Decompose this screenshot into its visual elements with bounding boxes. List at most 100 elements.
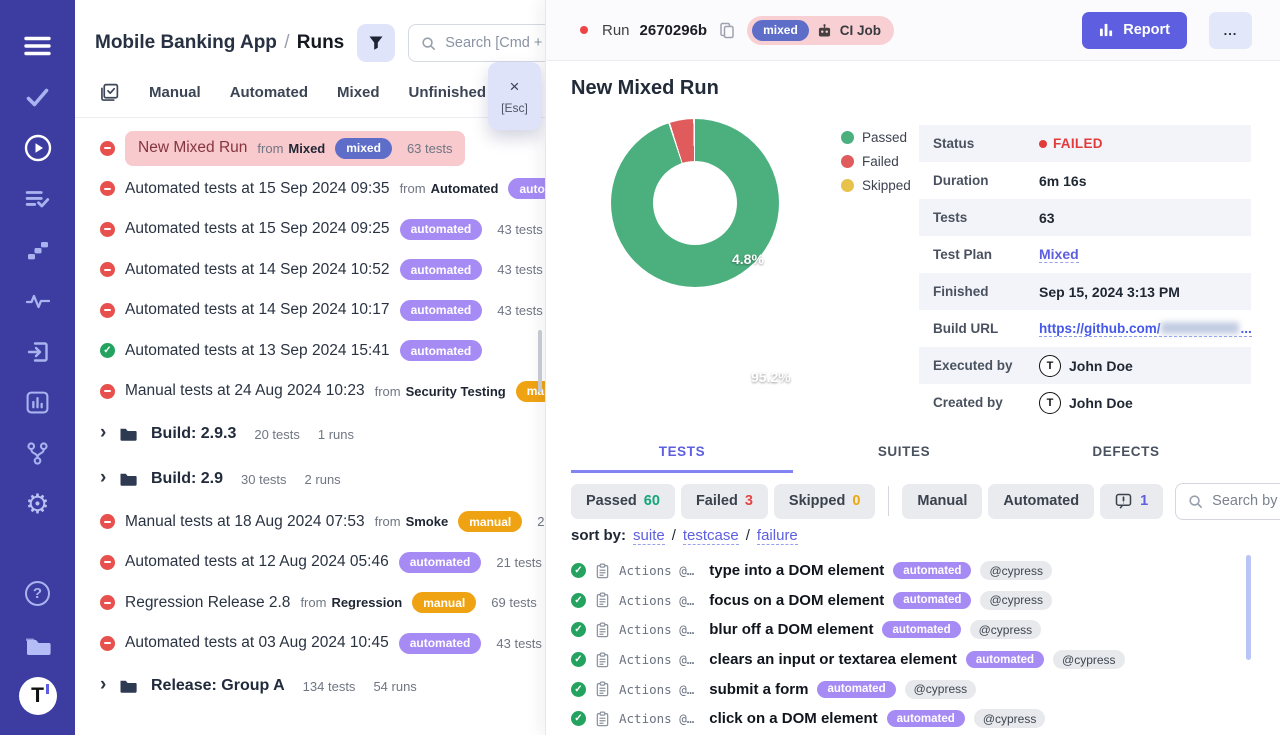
filter-skipped-button[interactable]: Skipped0 xyxy=(774,484,875,519)
test-title: type into a DOM element xyxy=(709,562,884,579)
test-row[interactable]: Actions @…click on a DOM elementautomate… xyxy=(571,704,1271,734)
project-name[interactable]: Mobile Banking App xyxy=(95,32,277,53)
filter-failed-button[interactable]: Failed3 xyxy=(681,484,768,519)
tab-suites[interactable]: SUITES xyxy=(793,444,1015,473)
report-button[interactable]: Report xyxy=(1082,12,1187,49)
filter-button[interactable] xyxy=(357,24,395,62)
run-type-badge: automated xyxy=(399,633,482,654)
tab-automated[interactable]: Automated xyxy=(230,84,308,101)
test-row[interactable]: Actions @…blur off a DOM elementautomate… xyxy=(571,615,1271,645)
detail-row: Test PlanMixed xyxy=(919,236,1251,273)
detail-label: Finished xyxy=(933,284,1039,299)
run-title: Regression Release 2.8 xyxy=(125,594,290,612)
run-tests-count: 43 tests xyxy=(496,636,542,651)
failed-icon xyxy=(100,181,115,196)
run-row-content: Automated tests at 14 Sep 2024 10:17auto… xyxy=(125,300,543,321)
run-type-badge: automated xyxy=(400,219,483,240)
steps-icon[interactable] xyxy=(0,224,75,275)
logo-icon[interactable]: T xyxy=(0,670,75,721)
help-icon[interactable]: ? xyxy=(0,568,75,619)
detail-row: Created byTJohn Doe xyxy=(919,384,1251,421)
tab-defects[interactable]: DEFECTS xyxy=(1015,444,1237,473)
tab-mixed[interactable]: Mixed xyxy=(337,84,380,101)
tab-manual[interactable]: Manual xyxy=(149,84,201,101)
run-row[interactable]: Automated tests at 14 Sep 2024 10:17auto… xyxy=(75,290,545,331)
run-row[interactable]: Automated tests at 15 Sep 2024 09:35from… xyxy=(75,169,545,210)
run-row[interactable]: Automated tests at 12 Aug 2024 05:46auto… xyxy=(75,542,545,583)
title-search[interactable] xyxy=(1175,483,1280,520)
run-row[interactable]: Automated tests at 13 Sep 2024 15:41auto… xyxy=(75,331,545,372)
run-row[interactable]: Automated tests at 15 Sep 2024 09:25auto… xyxy=(75,209,545,250)
detail-value: TJohn Doe xyxy=(1039,392,1133,414)
run-row[interactable]: Manual tests at 18 Aug 2024 07:53fromSmo… xyxy=(75,502,545,543)
folder-row[interactable]: ›Build: 2.930 tests2 runs xyxy=(75,457,545,502)
run-row[interactable]: Automated tests at 03 Aug 2024 10:45auto… xyxy=(75,623,545,664)
title-search-input[interactable] xyxy=(1212,493,1280,509)
menu-icon[interactable] xyxy=(0,20,75,71)
tag-badge: @cypress xyxy=(970,620,1042,639)
folder-row[interactable]: ›Build: 2.9.320 tests1 runs xyxy=(75,412,545,457)
run-status-dot xyxy=(580,26,588,34)
folder-row[interactable]: ›Release: Group A134 tests54 runs xyxy=(75,664,545,709)
run-row[interactable]: New Mixed RunfromMixedmixed63 tests xyxy=(75,128,545,169)
runs-search[interactable] xyxy=(408,24,545,62)
play-circle-icon[interactable] xyxy=(0,122,75,173)
run-row-content: Manual tests at 18 Aug 2024 07:53fromSmo… xyxy=(125,511,545,532)
bar-chart-icon xyxy=(1099,23,1114,37)
list-check-icon[interactable] xyxy=(0,173,75,224)
run-row[interactable]: Automated tests at 14 Sep 2024 10:52auto… xyxy=(75,250,545,291)
automated-badge: automated xyxy=(893,562,971,579)
sort-by-suite[interactable]: suite xyxy=(633,527,665,545)
report-square-icon[interactable] xyxy=(0,377,75,428)
sort-row: sort by:suite/testcase/failure xyxy=(571,527,798,545)
filter-automated-button[interactable]: Automated xyxy=(988,484,1094,519)
more-options-button[interactable]: ... xyxy=(1209,12,1252,49)
run-from-name: Regression xyxy=(331,595,402,610)
tag-badge: @cypress xyxy=(980,561,1052,580)
runs-search-input[interactable] xyxy=(445,35,545,51)
run-row-content: Automated tests at 03 Aug 2024 10:45auto… xyxy=(125,633,542,654)
copy-icon[interactable] xyxy=(719,22,735,39)
test-title: clears an input or textarea element xyxy=(709,651,957,668)
test-title: blur off a DOM element xyxy=(709,621,873,638)
runs-scrollbar[interactable] xyxy=(538,330,542,392)
testcase-icon xyxy=(595,592,610,608)
esc-label: [Esc] xyxy=(501,101,528,115)
passed-icon xyxy=(571,652,586,667)
ci-job-pill[interactable]: mixed CI Job xyxy=(747,16,894,45)
build-url-link[interactable]: https://github.com/... xyxy=(1039,321,1252,337)
test-plan-link[interactable]: Mixed xyxy=(1039,246,1079,263)
branch-icon[interactable] xyxy=(0,428,75,479)
filter-label: Skipped xyxy=(789,493,845,509)
sort-by-failure[interactable]: failure xyxy=(757,527,798,545)
filter-manual-button[interactable]: Manual xyxy=(902,484,982,519)
run-title: Automated tests at 13 Sep 2024 15:41 xyxy=(125,342,390,360)
test-row[interactable]: Actions @…clears an input or textarea el… xyxy=(571,645,1271,675)
run-row[interactable]: Manual tests at 24 Aug 2024 10:23fromSec… xyxy=(75,371,545,412)
run-type-badge: manual xyxy=(458,511,522,532)
test-suite: Actions @… xyxy=(619,682,694,697)
run-type-badge: manual xyxy=(412,592,476,613)
activity-icon[interactable] xyxy=(0,275,75,326)
filter-count: 60 xyxy=(644,493,660,509)
run-id: 2670296b xyxy=(640,22,708,39)
tab-tests[interactable]: TESTS xyxy=(571,444,793,473)
testcase-icon xyxy=(595,681,610,697)
projects-folder-icon[interactable] xyxy=(0,619,75,670)
test-row[interactable]: Actions @…submit a formautomated@cypress xyxy=(571,674,1271,704)
settings-gear-icon[interactable]: ⚙ xyxy=(0,479,75,530)
login-icon[interactable] xyxy=(0,326,75,377)
filter-passed-button[interactable]: Passed 60 xyxy=(571,484,675,519)
check-icon[interactable] xyxy=(0,71,75,122)
comments-filter-button[interactable]: 1 xyxy=(1100,484,1163,519)
url-redacted xyxy=(1161,322,1239,334)
tab-unfinished[interactable]: Unfinished xyxy=(409,84,487,101)
tests-scrollbar[interactable] xyxy=(1246,555,1251,660)
sort-by-testcase[interactable]: testcase xyxy=(683,527,739,545)
test-row[interactable]: Actions @…type into a DOM elementautomat… xyxy=(571,556,1271,586)
esc-close-button[interactable]: × [Esc] xyxy=(488,62,541,130)
test-row[interactable]: Actions @…focus on a DOM elementautomate… xyxy=(571,586,1271,616)
multi-check-icon[interactable] xyxy=(99,82,120,103)
run-row[interactable]: Regression Release 2.8fromRegressionmanu… xyxy=(75,583,545,624)
filter-label: Passed xyxy=(586,493,637,509)
